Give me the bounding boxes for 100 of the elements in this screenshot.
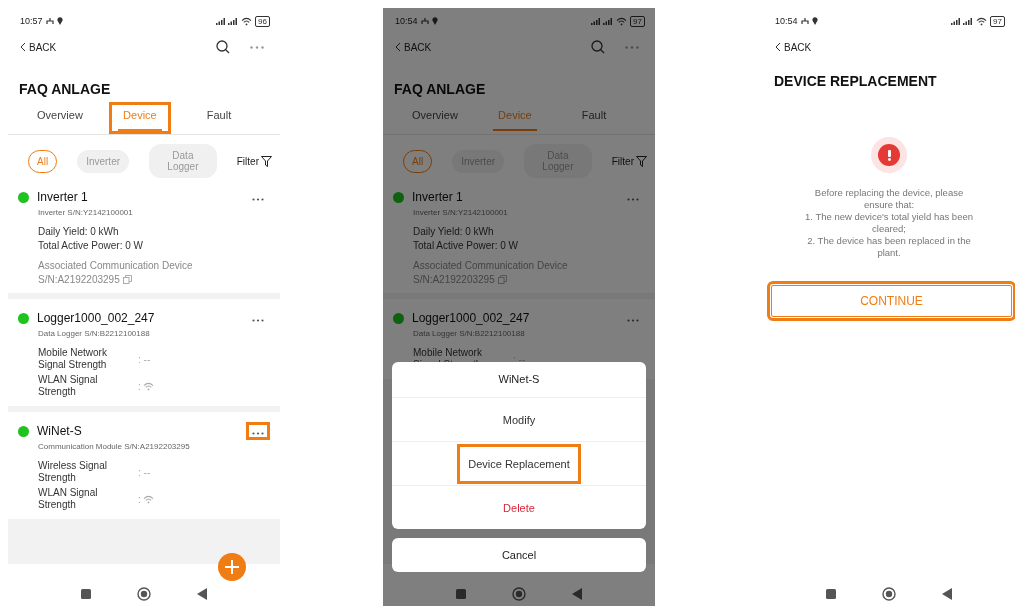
- status-dot: [393, 312, 404, 324]
- wifi-icon: [142, 381, 154, 391]
- signal-icon: [951, 17, 974, 25]
- device-name: Logger1000_002_247: [412, 311, 530, 325]
- battery-level: 97: [990, 15, 1005, 27]
- more-icon: [252, 319, 264, 322]
- associated-device-label: Associated Communication Device: [413, 260, 568, 271]
- cancel-button[interactable]: Cancel: [392, 538, 646, 572]
- back-button[interactable]: BACK: [395, 41, 432, 53]
- device-name: Logger1000_002_247: [37, 311, 155, 325]
- location-icon: [811, 17, 818, 25]
- chevron-left-icon: [20, 42, 26, 52]
- recents-icon[interactable]: [826, 589, 836, 599]
- back-button[interactable]: BACK: [775, 41, 812, 53]
- wifi-icon: [241, 16, 253, 26]
- recents-icon[interactable]: [456, 589, 466, 599]
- tab[interactable]: Fault: [188, 102, 250, 134]
- tab[interactable]: Overview: [28, 102, 92, 134]
- back-icon[interactable]: [572, 588, 582, 600]
- instruction-text: 1. The new device's total yield has been cleared;: [804, 211, 974, 235]
- signal-label: Mobile Network Signal Strength: [38, 347, 108, 371]
- device-name: Inverter 1: [37, 190, 88, 204]
- filter-icon: [261, 155, 272, 167]
- tab[interactable]: Device: [108, 102, 171, 134]
- page-title: DEVICE REPLACEMENT: [773, 72, 938, 89]
- status-time: 10:54: [775, 16, 798, 26]
- sheet-title: WiNet-S: [497, 372, 541, 387]
- device-name: Inverter 1: [412, 190, 463, 204]
- instruction-text: 2. The device has been replaced in the plant.: [806, 235, 972, 259]
- instruction-text: Before replacing the device, please ensure that:: [813, 187, 965, 211]
- network-icon: [45, 17, 54, 25]
- signal-value: :: [138, 493, 141, 505]
- page-title: FAQ ANLAGE: [393, 80, 487, 97]
- back-button[interactable]: BACK: [20, 41, 57, 53]
- device-serial: Inverter S/N:Y2142100001: [38, 208, 134, 217]
- signal-label: WLAN Signal Strength: [38, 487, 99, 511]
- home-icon[interactable]: [882, 587, 896, 601]
- battery-level: 97: [630, 15, 645, 27]
- add-button[interactable]: [218, 553, 246, 581]
- copy-icon[interactable]: [122, 275, 132, 284]
- battery-level: 96: [255, 15, 270, 27]
- filter-button[interactable]: Filter: [236, 155, 272, 167]
- tab[interactable]: Overview: [403, 102, 467, 134]
- status-dot: [18, 312, 29, 324]
- chevron-left-icon: [775, 42, 781, 52]
- location-icon: [431, 17, 438, 25]
- home-icon[interactable]: [137, 587, 151, 601]
- status-time: 10:54: [395, 16, 418, 26]
- more-icon: [627, 319, 639, 322]
- signal-label: WLAN Signal Strength: [38, 374, 99, 398]
- location-icon: [56, 17, 63, 25]
- device-stat: Daily Yield: 0 kWh: [38, 226, 120, 237]
- copy-icon[interactable]: [497, 275, 507, 284]
- device-serial: Communication Module S/N:A2192203295: [38, 442, 191, 451]
- signal-value: : --: [138, 353, 151, 365]
- plus-icon: [225, 560, 239, 574]
- status-dot: [18, 425, 29, 437]
- status-time: 10:57: [20, 16, 43, 26]
- device-serial: Inverter S/N:Y2142100001: [413, 208, 509, 217]
- more-icon: [627, 198, 639, 201]
- home-icon[interactable]: [512, 587, 526, 601]
- back-icon[interactable]: [197, 588, 207, 600]
- device-serial: Data Logger S/N:B2212100188: [413, 329, 526, 338]
- wifi-icon: [976, 16, 988, 26]
- wifi-icon: [616, 16, 628, 26]
- filter-button[interactable]: Filter: [611, 155, 647, 167]
- more-icon: [252, 198, 264, 201]
- device-stat: Total Active Power: 0 W: [413, 240, 520, 251]
- more-button[interactable]: [246, 422, 270, 440]
- status-dot: [18, 191, 29, 203]
- signal-label: Wireless Signal Strength: [38, 460, 108, 484]
- filter-chip[interactable]: All: [28, 149, 58, 173]
- exclamation-icon: [887, 149, 891, 161]
- signal-value: : --: [138, 466, 151, 478]
- filter-chip[interactable]: Data Logger: [149, 144, 217, 178]
- more-icon: [252, 432, 264, 435]
- device-stat: Total Active Power: 0 W: [38, 240, 145, 251]
- device-stat: Daily Yield: 0 kWh: [413, 226, 495, 237]
- filter-chip[interactable]: Inverter: [77, 149, 130, 173]
- sheet-option[interactable]: Device Replacement: [457, 443, 581, 484]
- device-name: WiNet-S: [37, 424, 82, 438]
- associated-device-label: Associated Communication Device: [38, 260, 193, 271]
- signal-icon: [591, 17, 614, 25]
- more-icon[interactable]: [625, 45, 639, 49]
- network-icon: [420, 17, 429, 25]
- tab[interactable]: Fault: [563, 102, 625, 134]
- filter-icon: [636, 155, 647, 167]
- chevron-left-icon: [395, 42, 401, 52]
- signal-value: :: [138, 380, 141, 392]
- recents-icon[interactable]: [81, 589, 91, 599]
- associated-serial: S/N:A2192203295: [413, 274, 495, 285]
- page-title: FAQ ANLAGE: [18, 80, 112, 97]
- device-serial: Data Logger S/N:B2212100188: [38, 329, 151, 338]
- wifi-icon: [142, 494, 154, 504]
- more-icon[interactable]: [250, 45, 264, 49]
- signal-icon: [216, 17, 239, 25]
- signal-value: : --: [513, 353, 526, 365]
- associated-serial: S/N:A2192203295: [38, 274, 120, 285]
- back-icon[interactable]: [942, 588, 952, 600]
- search-icon[interactable]: [216, 40, 230, 54]
